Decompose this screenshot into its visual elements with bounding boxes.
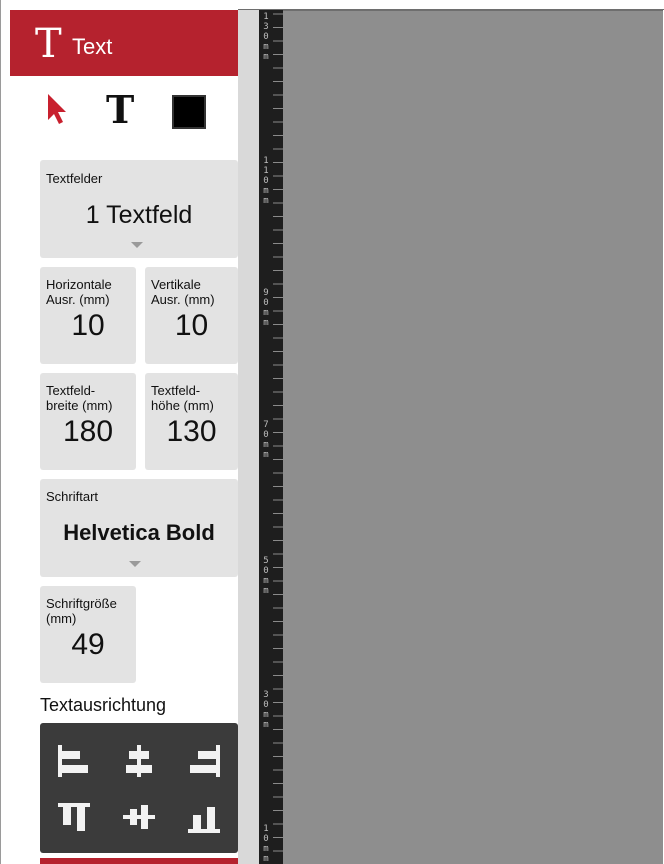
textfield-width-label-2: breite (mm) [46, 398, 113, 413]
vertical-offset-label-1: Vertikale [151, 277, 201, 292]
ruler-label: 0 [263, 32, 269, 42]
ruler-label: m [263, 52, 269, 62]
font-size-field[interactable]: Schriftgröße (mm) 49 [40, 586, 136, 683]
font-size-label-1: Schriftgröße [46, 596, 117, 611]
next-section-header [40, 858, 238, 864]
pointer-tool-icon[interactable] [46, 92, 70, 126]
ruler-label: 0 [263, 834, 269, 844]
alignment-title: Textausrichtung [40, 695, 167, 715]
ruler-label: 0 [263, 700, 269, 710]
textfield-height-field[interactable]: Textfeld- höhe (mm) 130 [145, 373, 238, 470]
ruler-label: 5 [263, 556, 269, 566]
ruler-label: 1 [263, 156, 269, 166]
ruler-label: 1 [263, 12, 269, 22]
ruler-label: 1 [263, 824, 269, 834]
textfield-width-label-1: Textfeld- [46, 383, 96, 398]
align-right-icon[interactable] [184, 741, 224, 781]
ruler-label: 0 [263, 176, 269, 186]
ruler-label: 1 [263, 166, 269, 176]
chevron-down-icon [131, 242, 143, 248]
design-canvas[interactable] [283, 10, 663, 864]
align-center-icon[interactable] [119, 741, 159, 781]
textfield-count-value: 1 Textfeld [85, 201, 193, 229]
ruler-label: m [263, 196, 269, 206]
textfield-width-field[interactable]: Textfeld- breite (mm) 180 [40, 373, 136, 470]
textfield-height-label-2: höhe (mm) [151, 398, 214, 413]
textfield-width-value: 180 [62, 415, 114, 448]
ruler-label: m [263, 576, 269, 586]
text-tool-app: T Text T Textfelder 1 Textfeld Horizonta… [0, 0, 664, 864]
color-swatch[interactable] [172, 95, 206, 129]
ruler-label: m [263, 854, 269, 864]
ruler-label: m [263, 42, 269, 52]
text-logo-icon: T [35, 21, 62, 67]
ruler-label: m [263, 844, 269, 854]
ruler-label: 3 [263, 22, 269, 32]
textfield-height-label-1: Textfeld- [151, 383, 201, 398]
horizontal-offset-label-1: Horizontale [46, 277, 112, 292]
align-left-icon[interactable] [54, 741, 94, 781]
ruler-label: 0 [263, 566, 269, 576]
align-bottom-icon[interactable] [184, 797, 224, 837]
ruler-label: 0 [263, 298, 269, 308]
ruler-label: m [263, 308, 269, 318]
panel-header: T Text [10, 10, 238, 76]
font-family-select[interactable]: Schriftart Helvetica Bold [40, 479, 238, 577]
textfield-count-select[interactable]: Textfelder 1 Textfeld [40, 160, 238, 258]
textfield-height-value: 130 [166, 415, 217, 448]
panel-scroll-gutter[interactable] [238, 10, 259, 864]
vertical-offset-label-2: Ausr. (mm) [151, 292, 215, 307]
ruler-label: m [263, 440, 269, 450]
font-family-label: Schriftart [46, 489, 99, 504]
ruler-label: m [263, 186, 269, 196]
ruler-label: m [263, 720, 269, 730]
horizontal-offset-label-2: Ausr. (mm) [46, 292, 110, 307]
tool-panel: T Text T Textfelder 1 Textfeld Horizonta… [0, 0, 238, 864]
ruler-label: m [263, 710, 269, 720]
vertical-offset-value: 10 [174, 309, 209, 342]
ruler-label: 7 [263, 420, 269, 430]
textfield-count-label: Textfelder [46, 171, 103, 186]
alignment-buttons [40, 723, 238, 853]
vertical-ruler: 130mm110mm90mm70mm50mm30mm10mm [259, 10, 283, 864]
vertical-offset-field[interactable]: Vertikale Ausr. (mm) 10 [145, 267, 238, 364]
ruler-label: m [263, 318, 269, 328]
align-top-icon[interactable] [54, 797, 94, 837]
chevron-down-icon [129, 561, 141, 567]
ruler-label: m [263, 586, 269, 596]
horizontal-offset-field[interactable]: Horizontale Ausr. (mm) 10 [40, 267, 136, 364]
align-middle-icon[interactable] [119, 797, 159, 837]
font-family-value: Helvetica Bold [63, 520, 215, 545]
text-tool-icon[interactable]: T [106, 90, 134, 130]
font-size-value: 49 [71, 628, 105, 661]
ruler-label: 9 [263, 288, 269, 298]
ruler-label: m [263, 450, 269, 460]
ruler-label: 3 [263, 690, 269, 700]
panel-title: Text [72, 34, 113, 59]
horizontal-offset-value: 10 [71, 309, 105, 342]
font-size-label-2: (mm) [46, 611, 77, 626]
ruler-label: 0 [263, 430, 269, 440]
